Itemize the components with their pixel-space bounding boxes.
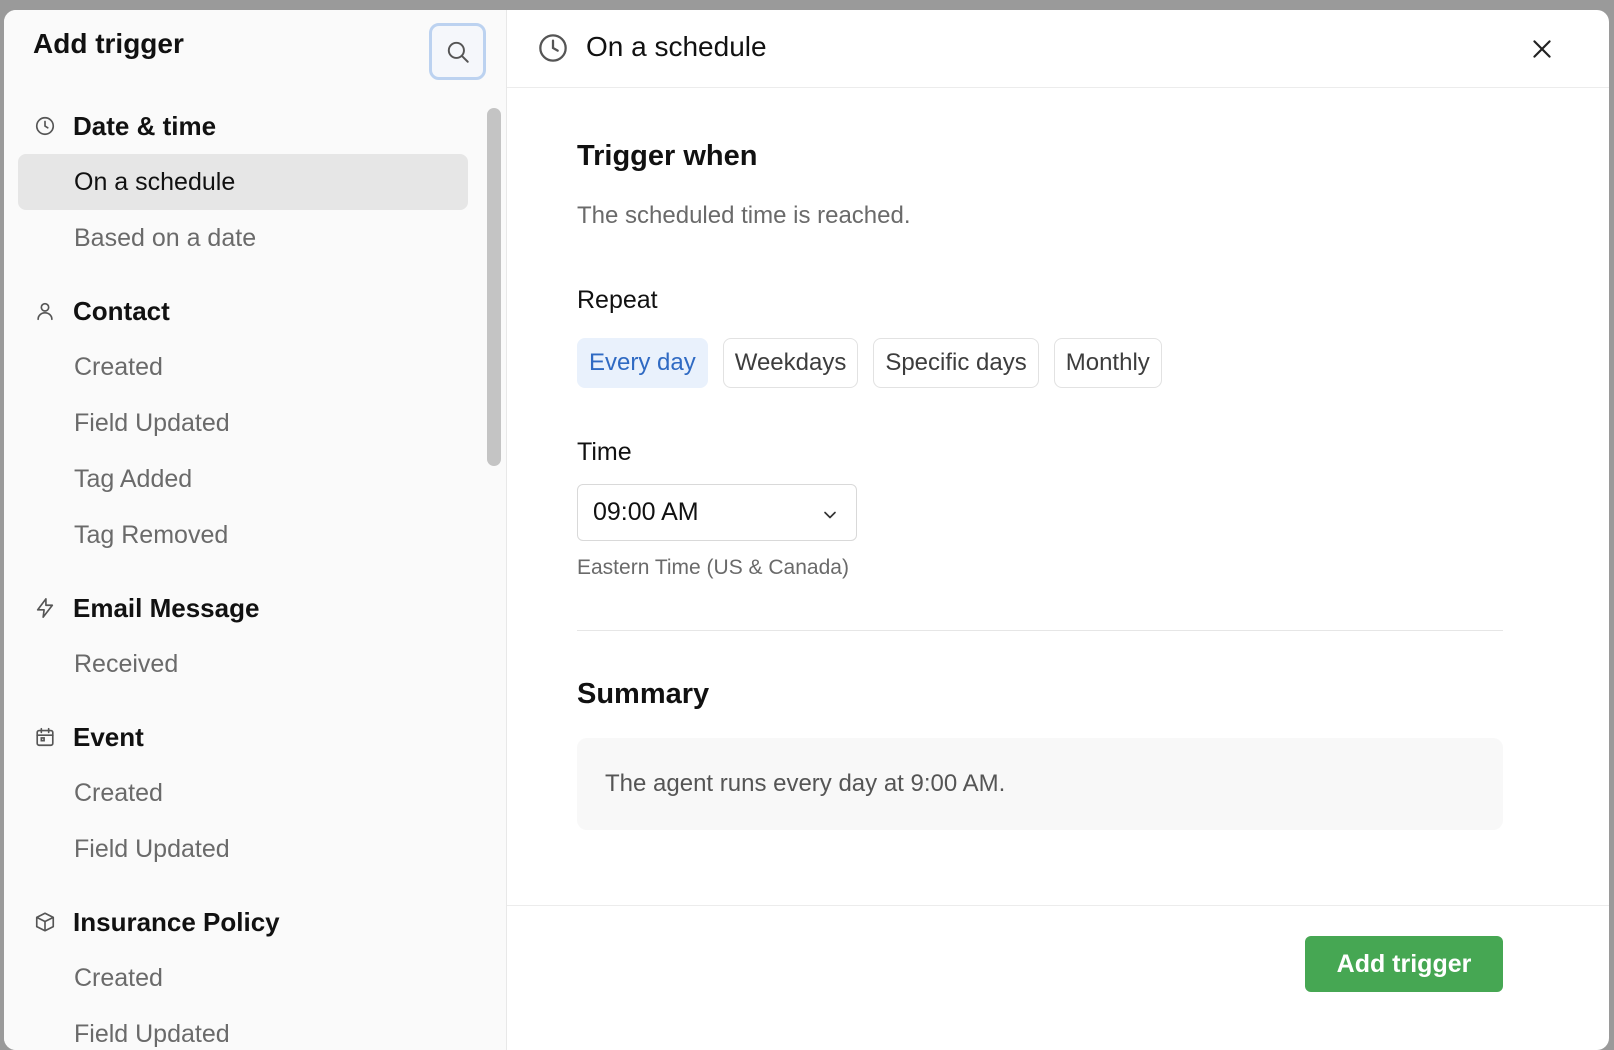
nav-group-label: Date & time	[73, 110, 217, 141]
trigger-list-panel: Add trigger Date & time On a schedule Base…	[4, 10, 507, 1050]
clock-icon	[34, 115, 56, 137]
scrollbar-track[interactable]	[481, 98, 507, 1050]
nav-group-header: Event	[18, 709, 468, 765]
scrollbar-thumb[interactable]	[487, 108, 501, 466]
nav-group-label: Contact	[73, 295, 170, 326]
search-icon	[447, 41, 469, 63]
nav-group-label: Email Message	[73, 592, 260, 623]
time-label: Time	[577, 438, 632, 466]
add-trigger-modal: Add trigger Date & time On a schedule Base…	[4, 10, 1609, 1050]
summary-box: The agent runs every day at 9:00 AM.	[577, 738, 1503, 830]
summary-text: The agent runs every day at 9:00 AM.	[605, 770, 1006, 797]
divider	[577, 630, 1503, 631]
close-icon	[1533, 40, 1551, 58]
repeat-label: Repeat	[577, 286, 658, 314]
chevron-down-icon	[820, 503, 840, 523]
nav-item[interactable]: Based on a date	[18, 210, 468, 266]
close-button[interactable]	[1529, 36, 1555, 62]
search-button[interactable]	[429, 23, 486, 80]
nav-group-header: Contact	[18, 283, 468, 339]
trigger-detail-panel: On a schedule Trigger when The scheduled…	[507, 10, 1609, 1050]
nav-item[interactable]: Created	[18, 765, 468, 821]
nav-item[interactable]: Received	[18, 636, 468, 692]
box-icon	[34, 911, 56, 933]
detail-title: On a schedule	[586, 31, 767, 62]
person-icon	[34, 300, 56, 322]
repeat-option-chip[interactable]: Weekdays	[722, 338, 859, 388]
panel-title: Add trigger	[33, 28, 184, 59]
repeat-option-chip[interactable]: Specific days	[873, 338, 1039, 388]
time-select[interactable]: 09:00 AM	[577, 484, 857, 541]
nav-item[interactable]: On a schedule	[18, 154, 468, 210]
add-trigger-button[interactable]: Add trigger	[1305, 936, 1503, 992]
summary-title: Summary	[577, 678, 710, 710]
nav-group-label: Event	[73, 721, 144, 752]
nav-item[interactable]: Created	[18, 950, 468, 1006]
calendar-icon	[34, 726, 56, 748]
timezone-note: Eastern Time (US & Canada)	[577, 556, 849, 579]
repeat-option-chip[interactable]: Monthly	[1053, 338, 1162, 388]
detail-footer: Add trigger	[507, 905, 1609, 1050]
nav-item[interactable]: Field Updated	[18, 1006, 468, 1050]
nav-group-header: Email Message	[18, 580, 468, 636]
nav-group-header: Date & time	[18, 98, 468, 154]
trigger-when-title: Trigger when	[577, 140, 758, 172]
nav-group-header: Insurance Policy	[18, 894, 468, 950]
nav-item[interactable]: Tag Added	[18, 451, 468, 507]
nav-item[interactable]: Created	[18, 339, 468, 395]
detail-header: On a schedule	[507, 10, 1609, 88]
nav-item[interactable]: Field Updated	[18, 821, 468, 877]
time-value: 09:00 AM	[593, 498, 699, 526]
nav-group-label: Insurance Policy	[73, 906, 280, 937]
trigger-when-description: The scheduled time is reached.	[577, 202, 911, 229]
repeat-option-chip[interactable]: Every day	[577, 338, 708, 388]
nav-item[interactable]: Field Updated	[18, 395, 468, 451]
bolt-icon	[34, 597, 56, 619]
trigger-nav: Date & time On a schedule Based on a date C…	[18, 98, 468, 1050]
clock-icon	[537, 32, 569, 64]
repeat-options: Every day Weekdays Specific days Monthly	[577, 338, 1162, 388]
nav-item[interactable]: Tag Removed	[18, 507, 468, 563]
